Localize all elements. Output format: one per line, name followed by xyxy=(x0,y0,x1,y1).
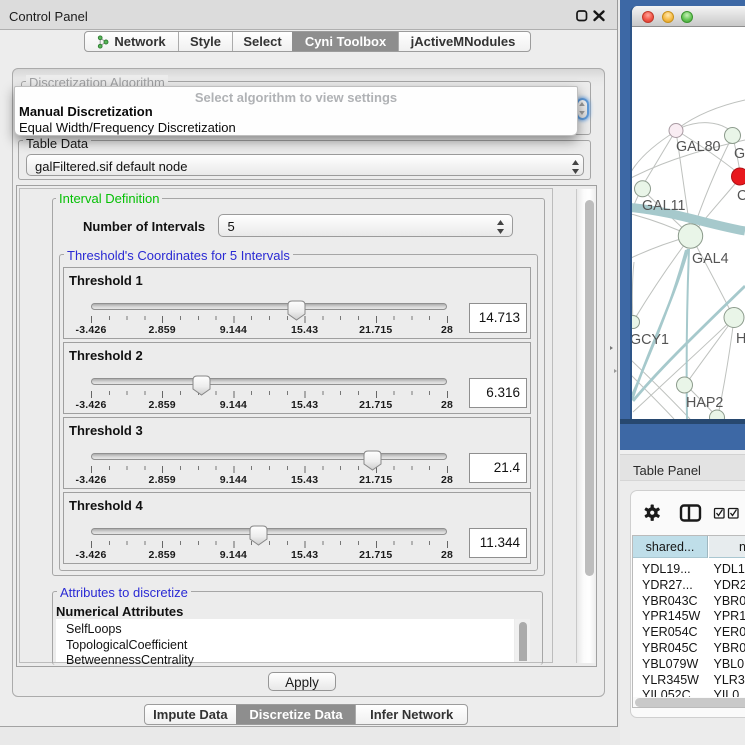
svg-text:GAL11: GAL11 xyxy=(642,198,685,214)
svg-text:C: C xyxy=(737,188,745,204)
svg-text:GCY1: GCY1 xyxy=(632,332,669,348)
svg-text:GA: GA xyxy=(734,146,745,162)
svg-text:GAL4: GAL4 xyxy=(692,251,729,267)
svg-text:HAP2: HAP2 xyxy=(686,395,723,411)
svg-text:GAL80: GAL80 xyxy=(676,139,721,155)
svg-text:H: H xyxy=(736,331,745,347)
